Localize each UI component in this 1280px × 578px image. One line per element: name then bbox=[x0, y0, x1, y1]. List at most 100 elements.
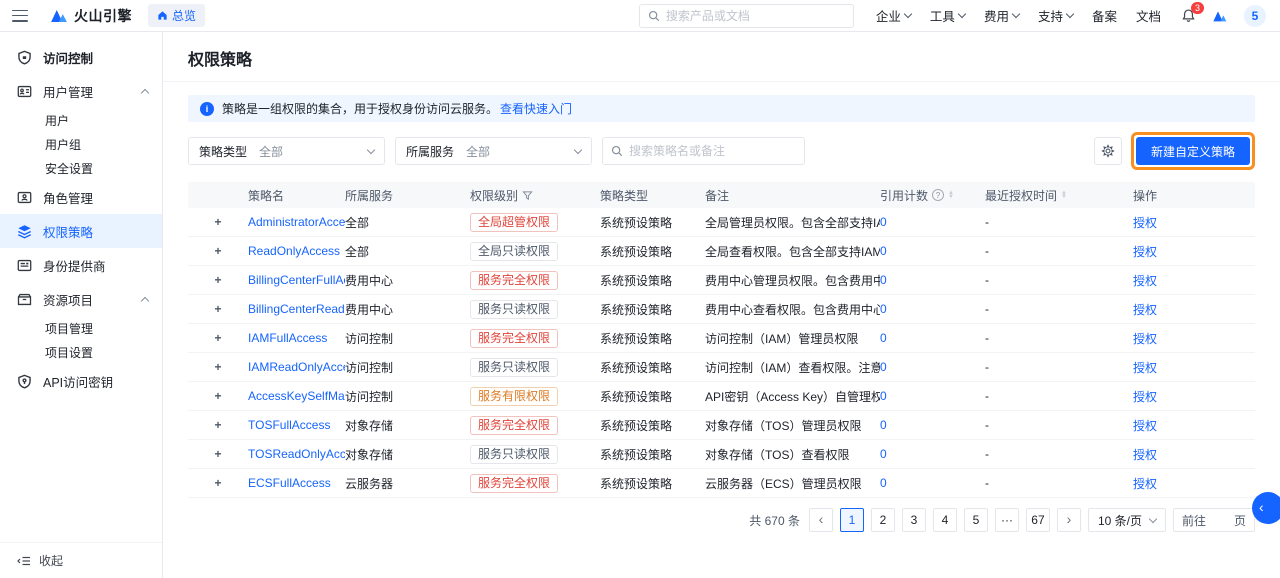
page-button-4[interactable]: 4 bbox=[933, 508, 957, 532]
expand-row-icon[interactable]: + bbox=[214, 389, 221, 403]
authorize-link[interactable]: 授权 bbox=[1133, 448, 1157, 462]
expand-row-icon[interactable]: + bbox=[214, 302, 221, 316]
filter-funnel-icon[interactable] bbox=[522, 190, 533, 201]
authorize-link[interactable]: 授权 bbox=[1133, 245, 1157, 259]
page-button-1[interactable]: 1 bbox=[840, 508, 864, 532]
topbar-menu-企业[interactable]: 企业 bbox=[876, 6, 911, 25]
policy-name-link[interactable]: AdministratorAccess bbox=[248, 215, 345, 229]
goto-page-box: 前往 页 bbox=[1173, 508, 1255, 532]
authorize-link[interactable]: 授权 bbox=[1133, 216, 1157, 230]
sidebar-item-API访问密钥[interactable]: API访问密钥 bbox=[0, 364, 162, 398]
policy-name-cell: TOSReadOnlyAccess bbox=[248, 447, 345, 461]
authorize-link[interactable]: 授权 bbox=[1133, 477, 1157, 491]
sidebar-item-用户[interactable]: 用户 bbox=[0, 108, 162, 132]
expand-row-icon[interactable]: + bbox=[214, 447, 221, 461]
reference-count-link[interactable]: 0 bbox=[880, 273, 887, 287]
expand-row-icon[interactable]: + bbox=[214, 360, 221, 374]
topbar-menu-支持[interactable]: 支持 bbox=[1038, 6, 1073, 25]
authorize-link[interactable]: 授权 bbox=[1133, 361, 1157, 375]
chevron-down-icon bbox=[574, 145, 582, 153]
expand-row-icon[interactable]: + bbox=[214, 244, 221, 258]
authorize-link[interactable]: 授权 bbox=[1133, 274, 1157, 288]
notifications-button[interactable]: 3 bbox=[1181, 8, 1196, 23]
help-icon[interactable]: ? bbox=[932, 189, 944, 201]
page-size-select[interactable]: 10 条/页 bbox=[1088, 508, 1166, 532]
hamburger-menu-icon[interactable] bbox=[12, 10, 28, 22]
topbar-menu-工具[interactable]: 工具 bbox=[930, 6, 965, 25]
reference-count-link[interactable]: 0 bbox=[880, 418, 887, 432]
table-row: +AdministratorAccess全部全局超管权限系统预设策略全局管理员权… bbox=[188, 208, 1255, 237]
expand-row-icon[interactable]: + bbox=[214, 331, 221, 345]
policy-name-link[interactable]: ReadOnlyAccess bbox=[248, 244, 340, 258]
next-page-button[interactable]: › bbox=[1057, 508, 1081, 532]
authorize-link[interactable]: 授权 bbox=[1133, 390, 1157, 404]
policy-search[interactable] bbox=[602, 137, 805, 165]
expand-row-icon[interactable]: + bbox=[214, 215, 221, 229]
policy-name-link[interactable]: BillingCenterFullAccess bbox=[248, 273, 345, 287]
sidebar-item-项目管理[interactable]: 项目管理 bbox=[0, 316, 162, 340]
remark-cell: 对象存储（TOS）查看权限 bbox=[705, 446, 880, 463]
policy-name-link[interactable]: IAMReadOnlyAccess bbox=[248, 360, 345, 374]
page-ellipsis[interactable]: ··· bbox=[995, 508, 1019, 532]
sidebar-item-资源项目[interactable]: 资源项目 bbox=[0, 282, 162, 316]
reference-count-link[interactable]: 0 bbox=[880, 476, 887, 490]
page-button-2[interactable]: 2 bbox=[871, 508, 895, 532]
expand-row-icon[interactable]: + bbox=[214, 418, 221, 432]
volcano-mini-icon[interactable] bbox=[1212, 9, 1228, 23]
reference-count-link[interactable]: 0 bbox=[880, 331, 887, 345]
reference-count-link[interactable]: 0 bbox=[880, 360, 887, 374]
policy-name-link[interactable]: TOSReadOnlyAccess bbox=[248, 447, 345, 461]
chevron-up-icon bbox=[141, 296, 149, 304]
sidebar-item-安全设置[interactable]: 安全设置 bbox=[0, 156, 162, 180]
sort-icon[interactable]: ▲▼ bbox=[1061, 191, 1067, 200]
create-policy-button[interactable]: 新建自定义策略 bbox=[1136, 137, 1250, 165]
idp-card-icon bbox=[17, 258, 32, 273]
page-button-3[interactable]: 3 bbox=[902, 508, 926, 532]
global-search-input[interactable] bbox=[666, 9, 845, 23]
prev-page-button[interactable]: ‹ bbox=[809, 508, 833, 532]
sidebar-collapse-button[interactable]: 收起 bbox=[0, 542, 162, 578]
overview-tag[interactable]: 总览 bbox=[148, 4, 205, 27]
page-button-67[interactable]: 67 bbox=[1026, 508, 1050, 532]
authorize-link[interactable]: 授权 bbox=[1133, 419, 1157, 433]
topbar-menu-备案[interactable]: 备案 bbox=[1092, 6, 1117, 25]
policy-name-link[interactable]: ECSFullAccess bbox=[248, 476, 331, 490]
policy-name-link[interactable]: BillingCenterReadOnlyAcce... bbox=[248, 302, 345, 316]
goto-page-input[interactable] bbox=[1206, 513, 1234, 528]
sidebar-item-权限策略[interactable]: 权限策略 bbox=[0, 214, 162, 248]
topbar-menu-文档[interactable]: 文档 bbox=[1136, 6, 1161, 25]
authorize-link[interactable]: 授权 bbox=[1133, 332, 1157, 346]
reference-count-link[interactable]: 0 bbox=[880, 215, 887, 229]
sidebar-item-角色管理[interactable]: 角色管理 bbox=[0, 180, 162, 214]
policy-name-link[interactable]: AccessKeySelfManageAcc... bbox=[248, 389, 345, 403]
quickstart-link[interactable]: 查看快速入门 bbox=[500, 100, 572, 117]
global-search[interactable] bbox=[639, 4, 854, 28]
permission-level-badge: 服务只读权限 bbox=[470, 358, 558, 377]
user-avatar[interactable]: 5 bbox=[1244, 5, 1266, 27]
sidebar-item-访问控制[interactable]: 访问控制 bbox=[0, 40, 162, 74]
service-select[interactable]: 所属服务 全部 bbox=[395, 137, 592, 165]
expand-row-icon[interactable]: + bbox=[214, 476, 221, 490]
authorize-link[interactable]: 授权 bbox=[1133, 303, 1157, 317]
topbar-menu-label: 备案 bbox=[1092, 6, 1117, 25]
sidebar-item-项目设置[interactable]: 项目设置 bbox=[0, 340, 162, 364]
sidebar-item-用户组[interactable]: 用户组 bbox=[0, 132, 162, 156]
policy-name-link[interactable]: IAMFullAccess bbox=[248, 331, 327, 345]
reference-count-link[interactable]: 0 bbox=[880, 447, 887, 461]
drawer-expand-handle[interactable]: ‹ bbox=[1252, 492, 1280, 524]
policy-type-select[interactable]: 策略类型 全部 bbox=[188, 137, 385, 165]
reference-count-link[interactable]: 0 bbox=[880, 389, 887, 403]
brand-logo[interactable]: 火山引擎 bbox=[50, 6, 132, 26]
topbar-menu-费用[interactable]: 费用 bbox=[984, 6, 1019, 25]
sidebar-item-用户管理[interactable]: 用户管理 bbox=[0, 74, 162, 108]
reference-count-link[interactable]: 0 bbox=[880, 302, 887, 316]
sort-icon[interactable]: ▲▼ bbox=[948, 191, 954, 200]
page-button-5[interactable]: 5 bbox=[964, 508, 988, 532]
expand-row-icon[interactable]: + bbox=[214, 273, 221, 287]
policy-name-link[interactable]: TOSFullAccess bbox=[248, 418, 330, 432]
table-settings-button[interactable] bbox=[1094, 137, 1122, 165]
permission-level-badge: 服务完全权限 bbox=[470, 271, 558, 290]
reference-count-link[interactable]: 0 bbox=[880, 244, 887, 258]
policy-search-input[interactable] bbox=[629, 144, 796, 158]
sidebar-item-身份提供商[interactable]: 身份提供商 bbox=[0, 248, 162, 282]
